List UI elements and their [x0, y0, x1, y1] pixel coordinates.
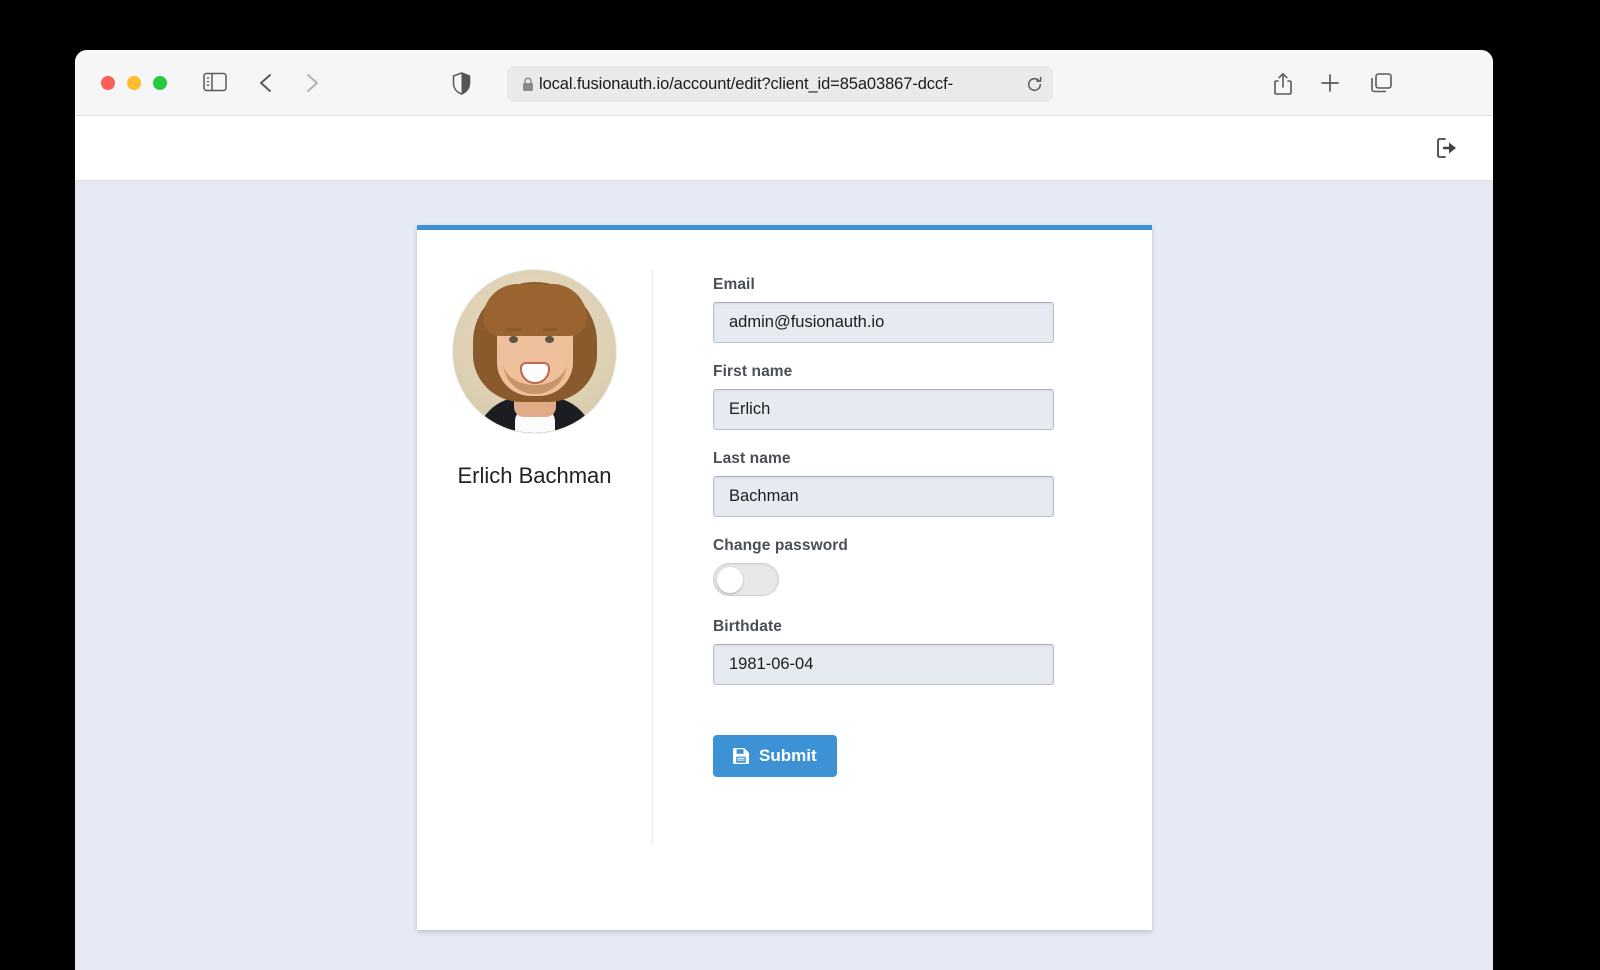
last-name-field[interactable]	[713, 476, 1054, 517]
field-group-last-name: Last name	[713, 450, 1152, 517]
lock-icon	[517, 77, 539, 92]
field-group-email: Email	[713, 276, 1152, 343]
toggle-knob	[717, 566, 743, 593]
avatar-hair-top	[482, 284, 587, 336]
field-group-change-password: Change password	[713, 537, 1152, 596]
maximize-window-button[interactable]	[153, 76, 167, 90]
close-window-button[interactable]	[101, 76, 115, 90]
share-icon[interactable]	[1273, 72, 1293, 101]
email-field[interactable]	[713, 302, 1054, 343]
submit-button-label: Submit	[759, 746, 817, 765]
field-group-first-name: First name	[713, 363, 1152, 430]
first-name-field[interactable]	[713, 389, 1054, 430]
save-icon	[733, 748, 749, 764]
avatar	[453, 270, 616, 433]
window-traffic-lights	[101, 76, 167, 90]
account-edit-form: Email First name Last name Change passwo…	[653, 230, 1152, 930]
change-password-toggle[interactable]	[713, 563, 779, 596]
avatar-eye-right	[545, 336, 554, 343]
browser-toolbar: local.fusionauth.io/account/edit?client_…	[75, 50, 1493, 116]
new-tab-icon[interactable]	[1319, 72, 1341, 99]
address-bar[interactable]: local.fusionauth.io/account/edit?client_…	[507, 66, 1053, 102]
reload-icon[interactable]	[1020, 76, 1043, 93]
address-bar-text[interactable]: local.fusionauth.io/account/edit?client_…	[539, 75, 1020, 94]
change-password-label: Change password	[713, 537, 848, 554]
shield-icon[interactable]	[452, 72, 471, 100]
forward-arrow-icon[interactable]	[303, 72, 321, 99]
sidebar-icon[interactable]	[203, 72, 227, 97]
avatar-eyebrow-right	[542, 328, 557, 331]
tab-overview-icon[interactable]	[1370, 72, 1393, 99]
account-edit-card: Erlich Bachman Email First name Last nam…	[417, 225, 1152, 930]
birthdate-label: Birthdate	[713, 618, 782, 635]
browser-window: local.fusionauth.io/account/edit?client_…	[75, 50, 1493, 970]
page-body: Erlich Bachman Email First name Last nam…	[75, 181, 1493, 970]
logout-icon[interactable]	[1435, 137, 1459, 159]
last-name-label: Last name	[713, 450, 791, 467]
profile-panel: Erlich Bachman	[417, 230, 652, 930]
app-header-bar	[75, 116, 1493, 181]
back-arrow-icon[interactable]	[257, 72, 275, 99]
avatar-eyebrow-left	[506, 328, 521, 331]
minimize-window-button[interactable]	[127, 76, 141, 90]
birthdate-field[interactable]	[713, 644, 1054, 685]
email-label: Email	[713, 276, 755, 293]
field-group-birthdate: Birthdate	[713, 618, 1152, 685]
submit-button[interactable]: Submit	[713, 735, 837, 777]
profile-display-name: Erlich Bachman	[457, 463, 612, 488]
first-name-label: First name	[713, 363, 793, 380]
avatar-eye-left	[509, 336, 518, 343]
